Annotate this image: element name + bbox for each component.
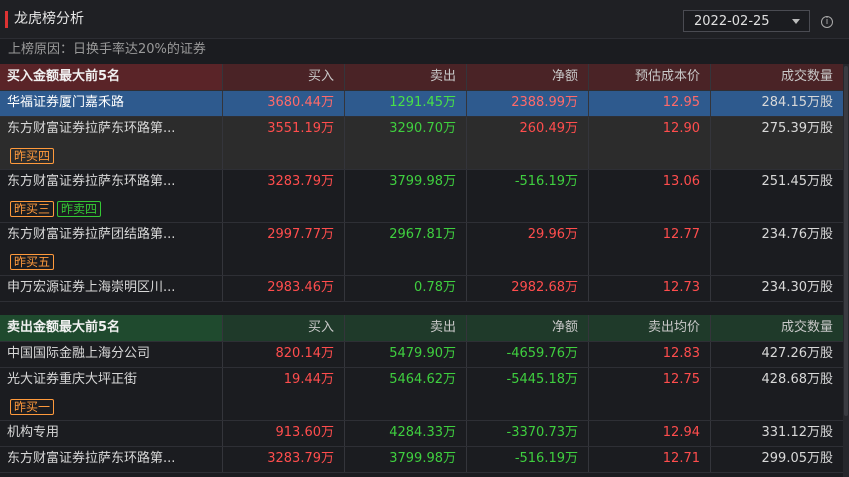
net-amount: 2982.68万 [511,280,578,295]
title-accent-bar [5,11,8,28]
buy-amount: 2997.77万 [267,227,334,242]
table-row[interactable]: 华福证券厦门嘉禾路 3680.44万 1291.45万 2388.99万 12.95 28… [0,91,843,117]
branch-name: 申万宏源证券上海崇明区川... [7,280,176,295]
sell-amount: 1291.45万 [389,95,456,110]
sell-amount: 2967.81万 [389,227,456,242]
history-tags: 昨买一 [10,399,57,415]
volume: 234.30万股 [761,280,834,295]
sell-amount: 3290.70万 [389,121,456,136]
sell-amount: 0.78万 [414,280,456,295]
net-amount: 260.49万 [519,121,579,136]
table-row[interactable]: 中国国际金融上海分公司 820.14万 5479.90万 -4659.76万 12.83… [0,342,843,368]
panel-title: 龙虎榜分析 [14,11,84,27]
sell-amount: 3799.98万 [389,451,456,466]
sell-amount: 4284.33万 [389,425,456,440]
buy-amount: 820.14万 [275,346,335,361]
buy-amount: 2983.46万 [267,280,334,295]
price: 12.83 [662,346,700,361]
title-bar: 龙虎榜分析 2022-02-25 i [0,0,849,39]
branch-name: 东方财富证券拉萨东环路第... [7,451,176,466]
col-net: 净额 [551,69,578,84]
buy-amount: 3283.79万 [267,451,334,466]
branch-name: 华福证券厦门嘉禾路 [7,95,125,110]
volume: 275.39万股 [761,121,834,136]
price: 12.95 [662,95,700,110]
branch-name: 东方财富证券拉萨团结路第... [7,227,176,242]
price: 13.06 [662,174,700,189]
col-net: 净额 [551,320,578,335]
price: 12.90 [662,121,700,136]
history-tag: 昨买四 [10,148,55,164]
branch-name: 光大证券重庆大坪正街 [7,372,138,387]
net-amount: -3370.73万 [506,425,578,440]
price: 12.71 [662,451,700,466]
sell-amount: 5464.62万 [389,372,456,387]
volume: 284.15万股 [761,95,834,110]
branch-name: 中国国际金融上海分公司 [7,346,151,361]
volume: 428.68万股 [761,372,834,387]
history-tag: 昨买五 [10,254,55,270]
sell-table-header: 卖出金额最大前5名 买入 卖出 净额 卖出均价 成交数量 [0,315,843,342]
price: 12.94 [662,425,700,440]
net-amount: 2388.99万 [511,95,578,110]
col-buy: 买入 [307,69,334,84]
col-volume: 成交数量 [780,69,833,84]
date-value: 2022-02-25 [694,14,770,29]
buy-amount: 3551.19万 [267,121,334,136]
net-amount: -516.19万 [514,451,578,466]
volume: 234.76万股 [761,227,834,242]
table-row[interactable]: 东方财富证券拉萨东环路第... 昨买三 昨卖四 3283.79万 3799.98万 -51… [0,170,843,223]
volume: 251.45万股 [761,174,834,189]
col-sell: 卖出 [429,320,456,335]
col-avg-sell-price: 卖出均价 [647,320,700,335]
col-buy: 买入 [307,320,334,335]
net-amount: -5445.18万 [506,372,578,387]
history-tag: 昨买三 [10,201,55,217]
buy-amount: 3283.79万 [267,174,334,189]
col-est-cost: 预估成本价 [634,69,700,84]
history-tags: 昨买三 昨卖四 [10,201,104,217]
table-row[interactable]: 申万宏源证券上海崇明区川... 2983.46万 0.78万 2982.68万 12.7… [0,276,843,302]
net-amount: -4659.76万 [506,346,578,361]
date-select[interactable]: 2022-02-25 [683,10,810,32]
volume: 427.26万股 [761,346,834,361]
table-row[interactable]: 东方财富证券拉萨东环路第... 3283.79万 3799.98万 -516.19万 1… [0,447,843,473]
history-tags: 昨买四 [10,148,57,164]
sell-top5-table: 卖出金额最大前5名 买入 卖出 净额 卖出均价 成交数量 中国国际金融上海分公司… [0,315,843,473]
buy-table-title: 买入金额最大前5名 [7,69,121,84]
sell-amount: 5479.90万 [389,346,456,361]
listing-reason: 上榜原因：日换手率达20%的证券 [8,42,206,57]
volume: 331.12万股 [761,425,834,440]
price: 12.75 [662,372,700,387]
sell-amount: 3799.98万 [389,174,456,189]
buy-amount: 913.60万 [275,425,335,440]
history-tag: 昨买一 [10,399,55,415]
scrollbar-thumb[interactable] [844,66,848,416]
buy-amount: 3680.44万 [267,95,334,110]
history-tag: 昨卖四 [57,201,102,217]
table-row[interactable]: 东方财富证券拉萨团结路第... 昨买五 2997.77万 2967.81万 29.96万… [0,223,843,276]
buy-amount: 19.44万 [283,372,334,387]
price: 12.73 [662,280,700,295]
table-row[interactable]: 光大证券重庆大坪正街 昨买一 19.44万 5464.62万 -5445.18万 12.7… [0,368,843,421]
buy-top5-table: 买入金额最大前5名 买入 卖出 净额 预估成本价 成交数量 华福证券厦门嘉禾路 3… [0,64,843,302]
branch-name: 东方财富证券拉萨东环路第... [7,121,176,136]
branch-name: 东方财富证券拉萨东环路第... [7,174,176,189]
info-icon[interactable]: i [821,16,833,28]
price: 12.77 [662,227,700,242]
net-amount: 29.96万 [527,227,578,242]
table-row[interactable]: 机构专用 913.60万 4284.33万 -3370.73万 12.94 331.12万… [0,421,843,447]
col-volume: 成交数量 [780,320,833,335]
table-row[interactable]: 东方财富证券拉萨东环路第... 昨买四 3551.19万 3290.70万 260.49… [0,117,843,170]
sell-table-title: 卖出金额最大前5名 [7,320,121,335]
volume: 299.05万股 [761,451,834,466]
net-amount: -516.19万 [514,174,578,189]
history-tags: 昨买五 [10,254,57,270]
col-sell: 卖出 [429,69,456,84]
chevron-down-icon[interactable] [792,19,800,24]
branch-name: 机构专用 [7,425,60,440]
buy-table-header: 买入金额最大前5名 买入 卖出 净额 预估成本价 成交数量 [0,64,843,91]
